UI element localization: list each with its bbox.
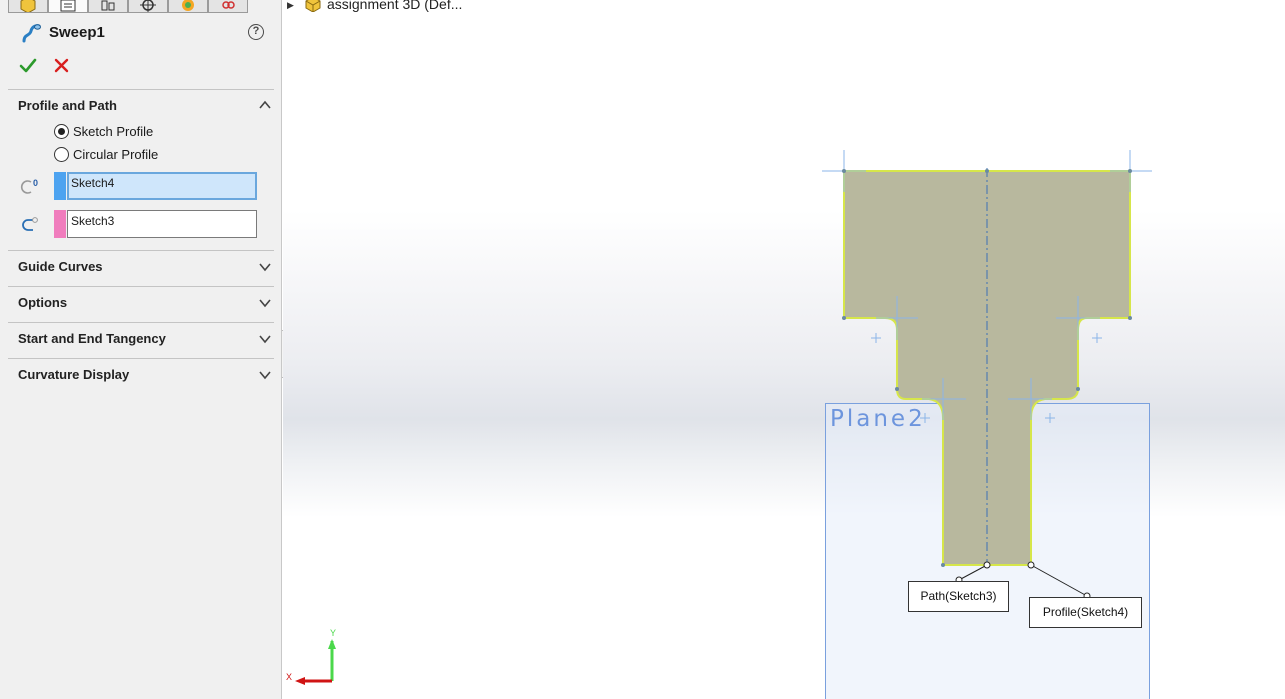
profile-callout[interactable]: Profile(Sketch4) [1029,597,1142,628]
y-axis-label: Y [330,628,336,638]
reference-triad: Y X [286,628,336,685]
x-axis-label: X [286,672,292,682]
path-callout[interactable]: Path(Sketch3) [908,581,1009,612]
sketch-geometry [822,150,1152,600]
